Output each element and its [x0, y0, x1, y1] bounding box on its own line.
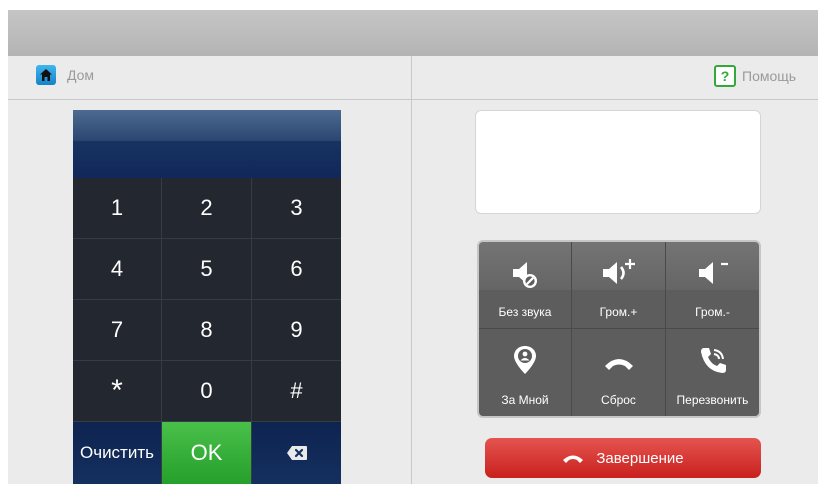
call-control-panel: Без звука Гром.+ Гром.- За Мной Сброс Пе…: [477, 240, 761, 418]
key-2[interactable]: 2: [162, 178, 252, 239]
help-icon: ?: [714, 65, 736, 87]
reset-call-label: Сброс: [601, 393, 636, 407]
home-link[interactable]: Дом: [36, 65, 94, 85]
volume-down-icon: [698, 262, 728, 284]
app-window: Дом ? Помощь 1 2 3 4 5 6 7 8 9 * 0 # Очи…: [8, 10, 818, 484]
key-3[interactable]: 3: [252, 178, 341, 239]
dial-keypad: 1 2 3 4 5 6 7 8 9 * 0 # Очистить OK: [73, 110, 341, 484]
backspace-icon: [286, 446, 307, 460]
call-control-grid: Без звука Гром.+ Гром.- За Мной Сброс Пе…: [479, 242, 759, 416]
ok-button[interactable]: OK: [162, 422, 252, 484]
callback-label: Перезвонить: [676, 393, 749, 407]
key-8[interactable]: 8: [162, 300, 252, 361]
number-display: [73, 110, 341, 178]
volume-up-button[interactable]: Гром.+: [572, 242, 666, 329]
call-info-box: [475, 110, 761, 214]
backspace-button[interactable]: [252, 422, 341, 484]
callback-button[interactable]: Перезвонить: [666, 329, 759, 416]
home-icon: [36, 65, 56, 85]
callback-icon: [700, 348, 726, 373]
location-person-icon: [514, 346, 536, 374]
key-5[interactable]: 5: [162, 239, 252, 300]
clear-button[interactable]: Очистить: [73, 422, 162, 484]
reset-call-button[interactable]: Сброс: [572, 329, 666, 416]
mute-button[interactable]: Без звука: [479, 242, 572, 329]
end-call-button[interactable]: Завершение: [485, 438, 761, 478]
key-6[interactable]: 6: [252, 239, 341, 300]
key-4[interactable]: 4: [73, 239, 162, 300]
keypad-grid: 1 2 3 4 5 6 7 8 9 * 0 # Очистить OK: [73, 178, 341, 484]
follow-me-label: За Мной: [501, 393, 549, 407]
help-link[interactable]: ? Помощь: [714, 65, 796, 87]
volume-up-label: Гром.+: [599, 305, 638, 319]
key-0[interactable]: 0: [162, 361, 252, 422]
hangup-icon: [563, 455, 584, 463]
volume-up-icon: [602, 259, 635, 284]
volume-down-button[interactable]: Гром.-: [666, 242, 759, 329]
header-divider: [8, 99, 818, 100]
hangup-icon: [604, 359, 633, 370]
key-7[interactable]: 7: [73, 300, 162, 361]
key-star[interactable]: *: [73, 361, 162, 422]
help-label: Помощь: [742, 68, 797, 84]
mute-label: Без звука: [498, 305, 552, 319]
vertical-divider: [411, 56, 412, 484]
key-9[interactable]: 9: [252, 300, 341, 361]
key-1[interactable]: 1: [73, 178, 162, 239]
home-label: Дом: [67, 67, 95, 83]
follow-me-button[interactable]: За Мной: [479, 329, 572, 416]
end-call-label: Завершение: [596, 449, 684, 467]
volume-down-label: Гром.-: [695, 305, 730, 319]
key-hash[interactable]: #: [252, 361, 341, 422]
title-bar: [8, 10, 818, 56]
mute-icon: [513, 262, 537, 288]
